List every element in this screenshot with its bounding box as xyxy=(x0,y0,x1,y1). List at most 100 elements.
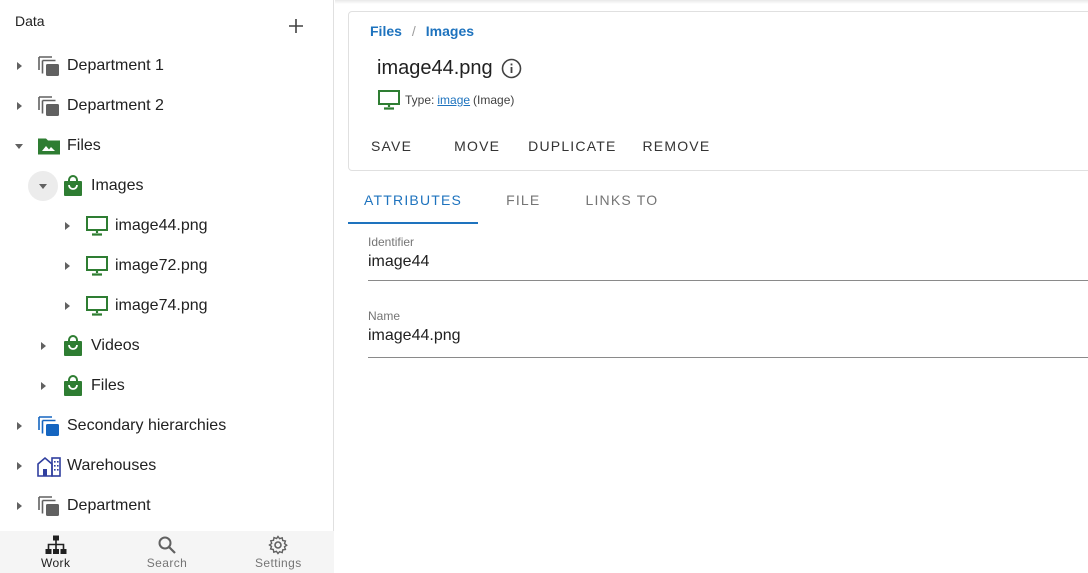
tree-item[interactable]: image72.png xyxy=(0,246,333,286)
tree-item-label: image44.png xyxy=(115,217,208,234)
identifier-underline xyxy=(368,280,1088,281)
bag-icon xyxy=(61,174,85,198)
tree-item-label: Warehouses xyxy=(67,457,157,474)
warehouse-icon xyxy=(37,454,61,478)
name-value: image44.png xyxy=(368,327,461,344)
duplicate-button[interactable]: DUPLICATE xyxy=(514,130,630,162)
collection-gray-icon xyxy=(37,94,61,118)
tab-file[interactable]: FILE xyxy=(490,183,556,224)
sidebar-title: Data xyxy=(15,13,45,29)
actions-bar: SAVE MOVE DUPLICATE REMOVE xyxy=(357,130,724,162)
caret-right-icon xyxy=(17,102,22,110)
tree-item-label: Department 1 xyxy=(67,57,164,74)
sidebar-header: Data xyxy=(0,0,334,44)
collection-blue-icon xyxy=(37,414,61,438)
tab-attributes[interactable]: ATTRIBUTES xyxy=(348,183,479,224)
expand-toggle[interactable] xyxy=(28,331,58,361)
tree-item[interactable]: Files xyxy=(0,366,333,406)
nav-work[interactable]: Work xyxy=(0,531,111,573)
type-suffix: (Image) xyxy=(473,93,515,107)
type-prefix: Type: xyxy=(405,93,435,107)
breadcrumb: Files / Images xyxy=(370,23,474,39)
tree-item-label: Files xyxy=(91,377,125,394)
monitor-icon xyxy=(377,89,401,111)
caret-right-icon xyxy=(41,382,46,390)
tree-item[interactable]: Department 1 xyxy=(0,46,333,86)
tree-item-label: Images xyxy=(91,177,144,194)
add-button[interactable] xyxy=(282,12,310,40)
monitor-icon xyxy=(85,214,109,238)
expand-toggle[interactable] xyxy=(52,211,82,241)
expand-toggle[interactable] xyxy=(4,91,34,121)
collapse-toggle[interactable] xyxy=(28,171,58,201)
name-underline xyxy=(368,357,1088,358)
image-folder-icon xyxy=(37,134,61,158)
remove-button[interactable]: REMOVE xyxy=(629,130,725,162)
tree-item[interactable]: Warehouses xyxy=(0,446,333,486)
bag-icon xyxy=(61,374,85,398)
item-header-card: Files / Images image44.png Type: image (… xyxy=(348,11,1088,171)
tree-item[interactable]: Files xyxy=(0,126,333,166)
tree-item[interactable]: Images xyxy=(0,166,333,206)
item-title: image44.png xyxy=(377,57,493,79)
expand-toggle[interactable] xyxy=(52,291,82,321)
tree-item[interactable]: Videos xyxy=(0,326,333,366)
breadcrumb-separator: / xyxy=(411,23,416,39)
collection-gray-icon xyxy=(37,494,61,518)
breadcrumb-images[interactable]: Images xyxy=(426,23,474,39)
main-panel: Files / Images image44.png Type: image (… xyxy=(335,0,1088,573)
caret-down-icon xyxy=(39,184,47,189)
caret-right-icon xyxy=(17,62,22,70)
title-row: image44.png xyxy=(377,57,523,80)
caret-right-icon xyxy=(17,462,22,470)
identifier-value: image44 xyxy=(368,253,430,270)
tree-item-label: Files xyxy=(67,137,101,154)
collection-gray-icon xyxy=(37,54,61,78)
monitor-icon xyxy=(85,254,109,278)
tree-item-label: image74.png xyxy=(115,297,208,314)
expand-toggle[interactable] xyxy=(52,251,82,281)
expand-toggle[interactable] xyxy=(28,371,58,401)
identifier-field[interactable]: Identifier image44 xyxy=(368,235,1088,281)
expand-toggle[interactable] xyxy=(4,491,34,521)
tree-item[interactable]: Department 2 xyxy=(0,86,333,126)
collapse-toggle[interactable] xyxy=(4,131,34,161)
type-link[interactable]: image xyxy=(437,93,470,107)
tree-item[interactable]: image44.png xyxy=(0,206,333,246)
caret-right-icon xyxy=(41,342,46,350)
nav-work-label: Work xyxy=(40,556,71,570)
plus-icon xyxy=(289,19,303,33)
tree-item[interactable]: Department xyxy=(0,486,333,526)
caret-right-icon xyxy=(65,222,70,230)
info-icon[interactable] xyxy=(501,58,523,80)
caret-down-icon xyxy=(15,144,23,149)
sidebar: Data Department 1 Department 2 Files Images… xyxy=(0,0,334,573)
identifier-label: Identifier xyxy=(368,235,415,249)
save-button[interactable]: SAVE xyxy=(357,130,426,162)
expand-toggle[interactable] xyxy=(4,411,34,441)
tabs: ATTRIBUTES FILE LINKS TO xyxy=(348,183,674,224)
expand-toggle[interactable] xyxy=(4,51,34,81)
tree-item-label: Secondary hierarchies xyxy=(67,417,227,434)
nav-settings-label: Settings xyxy=(255,556,302,570)
name-field[interactable]: Name image44.png xyxy=(368,309,1088,358)
bag-icon xyxy=(61,334,85,358)
tree-item[interactable]: Secondary hierarchies xyxy=(0,406,333,446)
tree-item[interactable]: image74.png xyxy=(0,286,333,326)
nav-settings[interactable]: Settings xyxy=(223,531,334,573)
caret-right-icon xyxy=(17,422,22,430)
tree-item-label: image72.png xyxy=(115,257,208,274)
nav-search[interactable]: Search xyxy=(111,531,222,573)
breadcrumb-files[interactable]: Files xyxy=(370,23,402,39)
tree-item-label: Department xyxy=(67,497,151,514)
tab-links-to[interactable]: LINKS TO xyxy=(569,183,674,224)
search-icon xyxy=(158,536,176,554)
caret-right-icon xyxy=(17,502,22,510)
move-button[interactable]: MOVE xyxy=(440,130,514,162)
caret-right-icon xyxy=(65,302,70,310)
nav-search-label: Search xyxy=(146,556,188,570)
bottom-nav: Work Search Settings xyxy=(0,531,334,573)
expand-toggle[interactable] xyxy=(4,451,34,481)
gear-icon xyxy=(268,535,289,555)
tree-item-label: Department 2 xyxy=(67,97,164,114)
